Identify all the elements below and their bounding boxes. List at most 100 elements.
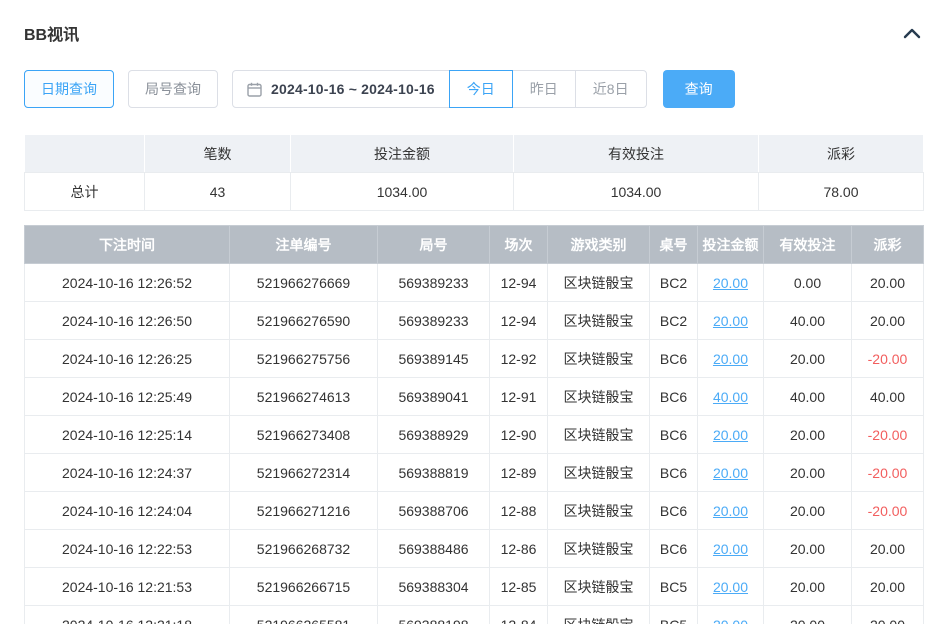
search-button[interactable]: 查询 [663, 70, 735, 108]
column-header: 局号 [378, 226, 490, 264]
column-header: 下注时间 [25, 226, 230, 264]
cell-bet-id: 521966273408 [230, 416, 378, 454]
cell-bet-amount: 20.00 [698, 454, 764, 492]
cell-valid-bet: 40.00 [764, 302, 852, 340]
summary-total-payout: 78.00 [759, 173, 924, 211]
bet-amount-link[interactable]: 20.00 [713, 465, 748, 481]
cell-round-id: 569389145 [378, 340, 490, 378]
cell-session: 12-94 [490, 264, 548, 302]
summary-total-bet-amount: 1034.00 [291, 173, 514, 211]
cell-session: 12-89 [490, 454, 548, 492]
table-row: 2024-10-16 12:21:53521966266715569388304… [25, 568, 924, 606]
cell-session: 12-88 [490, 492, 548, 530]
cell-round-id: 569389041 [378, 378, 490, 416]
table-row: 2024-10-16 12:26:25521966275756569389145… [25, 340, 924, 378]
summary-header-row: 笔数 投注金额 有效投注 派彩 [25, 135, 924, 173]
cell-bet-amount: 20.00 [698, 492, 764, 530]
bet-amount-link[interactable]: 20.00 [713, 427, 748, 443]
last-8-days-button[interactable]: 近8日 [575, 70, 647, 108]
cell-bet-time: 2024-10-16 12:21:53 [25, 568, 230, 606]
column-header: 桌号 [650, 226, 698, 264]
cell-bet-amount: 20.00 [698, 606, 764, 624]
filter-bar: 日期查询 局号查询 2024-10-16 ~ 2024-10-16 今日 昨日 … [24, 70, 923, 108]
cell-table-no: BC6 [650, 416, 698, 454]
column-header: 游戏类别 [548, 226, 650, 264]
cell-valid-bet: 20.00 [764, 340, 852, 378]
cell-payout: 20.00 [852, 606, 924, 624]
today-button[interactable]: 今日 [449, 70, 513, 108]
cell-valid-bet: 20.00 [764, 568, 852, 606]
cell-bet-time: 2024-10-16 12:22:53 [25, 530, 230, 568]
cell-bet-time: 2024-10-16 12:24:04 [25, 492, 230, 530]
column-header: 投注金额 [698, 226, 764, 264]
cell-bet-time: 2024-10-16 12:26:50 [25, 302, 230, 340]
cell-table-no: BC2 [650, 302, 698, 340]
cell-round-id: 569388819 [378, 454, 490, 492]
cell-bet-time: 2024-10-16 12:25:49 [25, 378, 230, 416]
cell-bet-id: 521966276669 [230, 264, 378, 302]
summary-table: 笔数 投注金额 有效投注 派彩 总计 43 1034.00 1034.00 78… [24, 134, 924, 211]
cell-bet-amount: 20.00 [698, 340, 764, 378]
table-row: 2024-10-16 12:22:53521966268732569388486… [25, 530, 924, 568]
bet-amount-link[interactable]: 20.00 [713, 617, 748, 624]
cell-bet-id: 521966268732 [230, 530, 378, 568]
calendar-icon [247, 82, 262, 97]
cell-bet-time: 2024-10-16 12:25:14 [25, 416, 230, 454]
yesterday-button[interactable]: 昨日 [512, 70, 576, 108]
cell-bet-amount: 20.00 [698, 530, 764, 568]
collapse-button[interactable] [901, 25, 923, 41]
panel-header: BB视讯 [24, 0, 923, 45]
cell-game-type: 区块链骰宝 [548, 378, 650, 416]
bet-amount-link[interactable]: 20.00 [713, 313, 748, 329]
bet-amount-link[interactable]: 20.00 [713, 351, 748, 367]
cell-bet-id: 521966265581 [230, 606, 378, 624]
cell-table-no: BC6 [650, 492, 698, 530]
cell-game-type: 区块链骰宝 [548, 568, 650, 606]
cell-session: 12-86 [490, 530, 548, 568]
table-row: 2024-10-16 12:26:50521966276590569389233… [25, 302, 924, 340]
cell-session: 12-92 [490, 340, 548, 378]
table-row: 2024-10-16 12:24:37521966272314569388819… [25, 454, 924, 492]
bet-amount-link[interactable]: 20.00 [713, 579, 748, 595]
bet-amount-link[interactable]: 40.00 [713, 389, 748, 405]
cell-valid-bet: 20.00 [764, 492, 852, 530]
cell-table-no: BC6 [650, 378, 698, 416]
table-row: 2024-10-16 12:25:49521966274613569389041… [25, 378, 924, 416]
date-range-value: 2024-10-16 ~ 2024-10-16 [271, 81, 435, 97]
bet-amount-link[interactable]: 20.00 [713, 275, 748, 291]
column-header: 场次 [490, 226, 548, 264]
cell-bet-id: 521966272314 [230, 454, 378, 492]
date-filter-group: 2024-10-16 ~ 2024-10-16 今日 昨日 近8日 [232, 70, 647, 108]
cell-session: 12-84 [490, 606, 548, 624]
table-row: 2024-10-16 12:24:04521966271216569388706… [25, 492, 924, 530]
cell-bet-amount: 20.00 [698, 302, 764, 340]
cell-game-type: 区块链骰宝 [548, 492, 650, 530]
cell-valid-bet: 0.00 [764, 264, 852, 302]
cell-payout: -20.00 [852, 340, 924, 378]
cell-payout: -20.00 [852, 416, 924, 454]
cell-table-no: BC2 [650, 264, 698, 302]
page-title: BB视讯 [24, 21, 79, 45]
date-range-picker[interactable]: 2024-10-16 ~ 2024-10-16 [232, 70, 450, 108]
cell-bet-amount: 20.00 [698, 568, 764, 606]
cell-payout: 20.00 [852, 302, 924, 340]
cell-bet-time: 2024-10-16 12:21:18 [25, 606, 230, 624]
cell-game-type: 区块链骰宝 [548, 606, 650, 624]
cell-bet-amount: 20.00 [698, 416, 764, 454]
column-header: 派彩 [852, 226, 924, 264]
cell-round-id: 569389233 [378, 302, 490, 340]
cell-session: 12-91 [490, 378, 548, 416]
cell-bet-amount: 40.00 [698, 378, 764, 416]
cell-round-id: 569388929 [378, 416, 490, 454]
column-header: 有效投注 [764, 226, 852, 264]
summary-total-count: 43 [145, 173, 291, 211]
bets-table-body: 2024-10-16 12:26:52521966276669569389233… [25, 264, 924, 624]
cell-table-no: BC6 [650, 530, 698, 568]
bet-amount-link[interactable]: 20.00 [713, 541, 748, 557]
round-query-tab[interactable]: 局号查询 [128, 70, 218, 108]
cell-bet-id: 521966275756 [230, 340, 378, 378]
date-query-tab[interactable]: 日期查询 [24, 70, 114, 108]
cell-payout: -20.00 [852, 492, 924, 530]
bets-table: 下注时间注单编号局号场次游戏类别桌号投注金额有效投注派彩 2024-10-16 … [24, 225, 924, 624]
bet-amount-link[interactable]: 20.00 [713, 503, 748, 519]
